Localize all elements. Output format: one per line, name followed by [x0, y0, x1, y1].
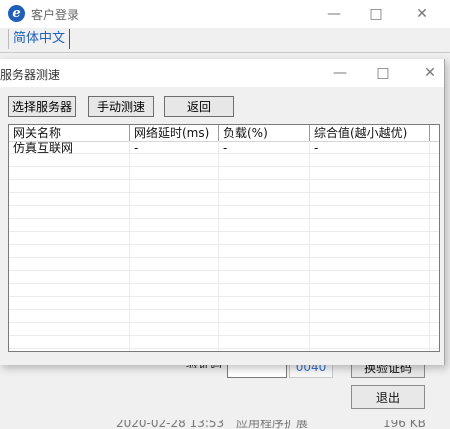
score-cell: -: [314, 141, 319, 155]
minimize-icon[interactable]: —: [318, 59, 362, 87]
gateway-name-cell: 仿真互联网: [13, 141, 74, 155]
app-logo-icon: e: [8, 5, 25, 22]
column-gateway-name[interactable]: 网关名称: [9, 125, 130, 141]
column-divider: [218, 141, 219, 351]
column-load[interactable]: 负载(%): [219, 125, 310, 141]
login-window-title: 客户登录: [31, 8, 80, 22]
dialog-title: 服务器测速: [0, 68, 61, 82]
column-divider: [309, 141, 310, 351]
file-type: 应用程序扩展: [236, 420, 309, 429]
server-speed-test-dialog: 服务器测速 — □ ✕ 选择服务器 手动测速 返回 网关名称 网络延时(ms) …: [0, 59, 445, 365]
delay-cell: -: [134, 141, 139, 155]
column-divider: [129, 141, 130, 351]
close-icon[interactable]: ✕: [408, 59, 450, 87]
language-tab[interactable]: 简体中文: [8, 29, 71, 49]
table-row[interactable]: 仿真互联网 - - -: [9, 142, 430, 155]
column-divider: [429, 141, 430, 351]
back-button[interactable]: 返回: [164, 96, 234, 117]
file-size: 196 KB: [383, 420, 426, 429]
manual-test-button[interactable]: 手动测速: [88, 96, 154, 117]
load-cell: -: [223, 141, 228, 155]
tab-divider: [0, 52, 450, 53]
maximize-icon[interactable]: □: [353, 0, 399, 28]
dialog-titlebar: 服务器测速 — □ ✕: [0, 59, 444, 87]
maximize-icon[interactable]: □: [361, 59, 405, 87]
column-network-delay[interactable]: 网络延时(ms): [130, 125, 219, 141]
close-icon[interactable]: ✕: [399, 0, 445, 28]
gateway-list[interactable]: 网关名称 网络延时(ms) 负载(%) 综合值(越小越优) 仿真互联网 - - …: [8, 124, 440, 352]
select-server-button[interactable]: 选择服务器: [8, 96, 76, 117]
file-date: 2020-02-28 13:53: [116, 420, 225, 429]
minimize-icon[interactable]: —: [311, 0, 357, 28]
login-window-titlebar: e 客户登录 — □ ✕: [0, 0, 450, 28]
list-body: 仿真互联网 - - -: [9, 141, 439, 351]
column-score[interactable]: 综合值(越小越优): [310, 125, 430, 141]
list-header: 网关名称 网络延时(ms) 负载(%) 综合值(越小越优): [9, 125, 439, 142]
exit-button[interactable]: 退出: [351, 385, 425, 409]
